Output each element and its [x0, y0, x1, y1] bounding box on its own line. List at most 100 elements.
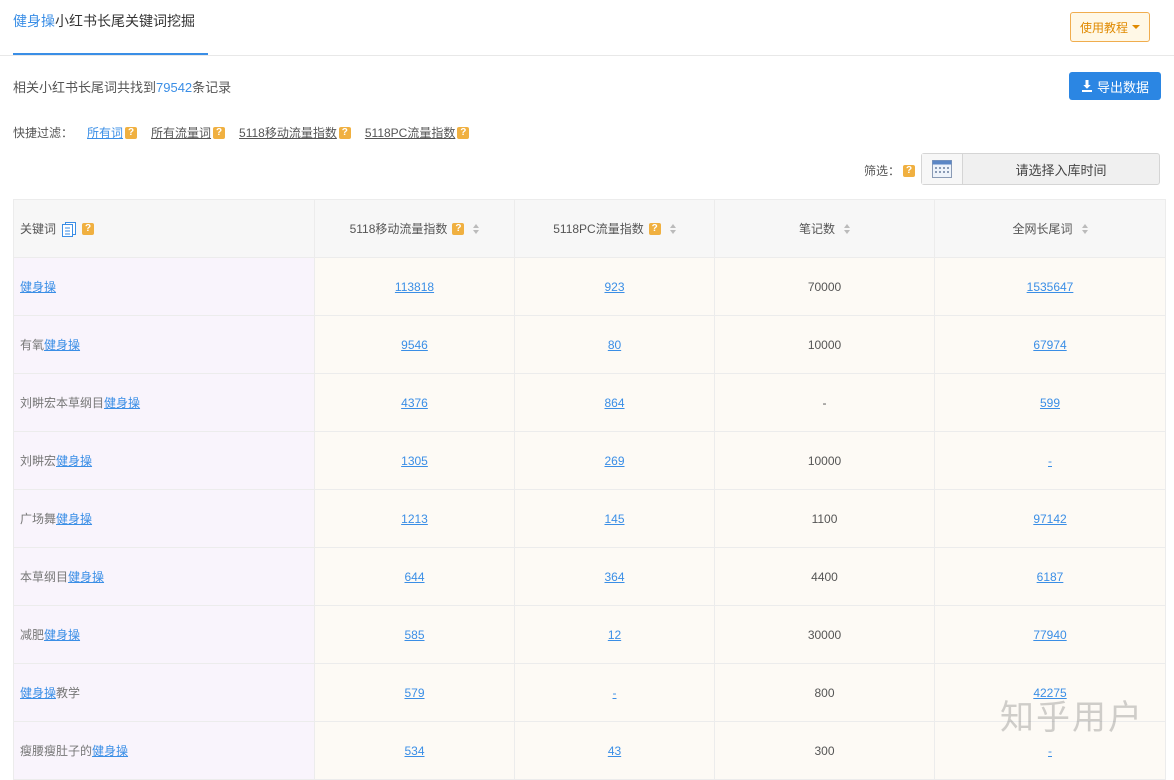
- longtail-value[interactable]: 97142: [1033, 512, 1066, 526]
- notes-cell: 10000: [714, 431, 935, 490]
- filter-pc-index[interactable]: 5118PC流量指数: [365, 124, 455, 141]
- mobile-index-value[interactable]: 1305: [401, 454, 428, 468]
- notes-value: 300: [814, 743, 835, 758]
- mobile-index-value[interactable]: 534: [404, 744, 424, 758]
- longtail-value[interactable]: 599: [1040, 396, 1060, 410]
- pc-index-value[interactable]: 269: [604, 454, 624, 468]
- keyword-prefix: 广场舞: [20, 512, 57, 526]
- mobile-index-value[interactable]: 585: [404, 628, 424, 642]
- mobile-index-value[interactable]: 579: [404, 686, 424, 700]
- pc-index-value[interactable]: 145: [604, 512, 624, 526]
- pc-index-value[interactable]: 364: [604, 570, 624, 584]
- longtail-value[interactable]: 77940: [1033, 628, 1066, 642]
- notes-value: 4400: [811, 569, 838, 584]
- mobile-index-value[interactable]: 4376: [401, 396, 428, 410]
- mobile-index-cell: 113818: [314, 257, 515, 316]
- col-pc-index[interactable]: 5118PC流量指数 ?: [514, 199, 715, 258]
- keyword-cell: 广场舞健身操: [13, 489, 315, 548]
- keyword-link[interactable]: 刘畊宏健身操: [20, 454, 92, 468]
- mobile-index-value[interactable]: 1213: [401, 512, 428, 526]
- keyword-cell: 健身操教学: [13, 663, 315, 722]
- copy-icon[interactable]: [61, 221, 77, 237]
- col-notes[interactable]: 笔记数: [714, 199, 935, 258]
- longtail-value[interactable]: -: [1048, 454, 1052, 468]
- filter-all-words[interactable]: 所有词: [87, 124, 123, 141]
- sort-icon[interactable]: [473, 223, 480, 234]
- keyword-link[interactable]: 本草纲目健身操: [20, 570, 104, 584]
- longtail-value[interactable]: 6187: [1037, 570, 1064, 584]
- pc-index-value[interactable]: 80: [608, 338, 621, 352]
- tutorial-button[interactable]: 使用教程: [1070, 12, 1150, 42]
- longtail-value[interactable]: 67974: [1033, 338, 1066, 352]
- keyword-link[interactable]: 瘦腰瘦肚子的健身操: [20, 744, 128, 758]
- date-picker-text: 请选择入库时间: [1015, 162, 1107, 178]
- table-row: 减肥健身操 585 12 30000 77940: [13, 605, 1166, 664]
- keyword-link[interactable]: 有氧健身操: [20, 338, 80, 352]
- help-icon[interactable]: ?: [457, 126, 470, 139]
- title-rest: 小红书长尾关键词挖掘: [55, 13, 195, 29]
- help-icon[interactable]: ?: [452, 222, 465, 235]
- pc-index-value[interactable]: 923: [604, 280, 624, 294]
- notes-value: 10000: [807, 453, 842, 468]
- sort-icon[interactable]: [1081, 223, 1088, 234]
- export-label: 导出数据: [1096, 79, 1149, 95]
- help-icon[interactable]: ?: [903, 164, 916, 177]
- table-row: 健身操 113818 923 70000 1535647: [13, 257, 1166, 316]
- keyword-cell: 瘦腰瘦肚子的健身操: [13, 721, 315, 780]
- notes-cell: 800: [714, 663, 935, 722]
- help-icon[interactable]: ?: [82, 222, 95, 235]
- pc-index-cell: 12: [514, 605, 715, 664]
- keyword-prefix: 有氧: [20, 338, 45, 352]
- col-longtail[interactable]: 全网长尾词: [934, 199, 1166, 258]
- keyword-cell: 本草纲目健身操: [13, 547, 315, 606]
- pc-index-cell: 43: [514, 721, 715, 780]
- notes-value: 70000: [807, 279, 842, 294]
- table-row: 刘畊宏本草纲目健身操 4376 864 - 599: [13, 373, 1166, 432]
- mobile-index-cell: 585: [314, 605, 515, 664]
- mobile-index-value[interactable]: 9546: [401, 338, 428, 352]
- sort-icon[interactable]: [669, 223, 676, 234]
- mobile-index-value[interactable]: 113818: [395, 280, 434, 294]
- keyword-prefix: 瘦腰瘦肚子的: [20, 744, 93, 758]
- help-icon[interactable]: ?: [125, 126, 138, 139]
- keyword-highlight: 健身操: [104, 396, 141, 410]
- pc-index-value[interactable]: 12: [608, 628, 621, 642]
- longtail-value[interactable]: 1535647: [1027, 280, 1074, 294]
- keyword-highlight: 健身操: [56, 512, 93, 526]
- notes-value: 10000: [807, 337, 842, 352]
- download-icon: [1081, 80, 1092, 92]
- filter-mobile-index[interactable]: 5118移动流量指数: [239, 124, 337, 141]
- pc-index-value[interactable]: 864: [604, 396, 624, 410]
- keyword-link[interactable]: 刘畊宏本草纲目健身操: [20, 396, 140, 410]
- keyword-highlight: 健身操: [44, 628, 81, 642]
- keyword-link[interactable]: 减肥健身操: [20, 628, 80, 642]
- quick-filter-bar: 快捷过滤： 所有词 ? 所有流量词 ? 5118移动流量指数 ? 5118PC流…: [13, 124, 470, 141]
- keyword-link[interactable]: 健身操教学: [20, 686, 80, 700]
- keyword-link[interactable]: 健身操: [20, 280, 56, 294]
- calendar-icon[interactable]: [922, 154, 963, 184]
- col-mobile-index[interactable]: 5118移动流量指数 ?: [314, 199, 515, 258]
- pc-index-value[interactable]: -: [613, 686, 617, 700]
- keyword-cell: 刘畊宏健身操: [13, 431, 315, 490]
- quick-filter-label: 快捷过滤：: [13, 126, 74, 140]
- sort-icon[interactable]: [844, 223, 850, 234]
- summary-suffix: 条记录: [192, 80, 232, 95]
- col-notes-label: 笔记数: [798, 222, 835, 236]
- notes-cell: 4400: [714, 547, 935, 606]
- keyword-link[interactable]: 广场舞健身操: [20, 512, 92, 526]
- keyword-table: 关键词 ? 5118移动流量指数 ? 5118PC流量指数 ? 笔记数 全网长尾…: [13, 199, 1166, 780]
- help-icon[interactable]: ?: [648, 222, 661, 235]
- longtail-value[interactable]: -: [1048, 744, 1052, 758]
- pc-index-cell: 364: [514, 547, 715, 606]
- pc-index-cell: 923: [514, 257, 715, 316]
- longtail-cell: 599: [934, 373, 1166, 432]
- mobile-index-value[interactable]: 644: [404, 570, 424, 584]
- help-icon[interactable]: ?: [338, 126, 351, 139]
- page-title-tab[interactable]: 健身操小红书长尾关键词挖掘: [13, 11, 195, 31]
- pc-index-value[interactable]: 43: [608, 744, 621, 758]
- help-icon[interactable]: ?: [213, 126, 226, 139]
- filter-traffic-words[interactable]: 所有流量词: [151, 124, 211, 141]
- date-picker[interactable]: 请选择入库时间: [921, 153, 1160, 185]
- export-data-button[interactable]: 导出数据: [1069, 72, 1161, 100]
- keyword-cell: 减肥健身操: [13, 605, 315, 664]
